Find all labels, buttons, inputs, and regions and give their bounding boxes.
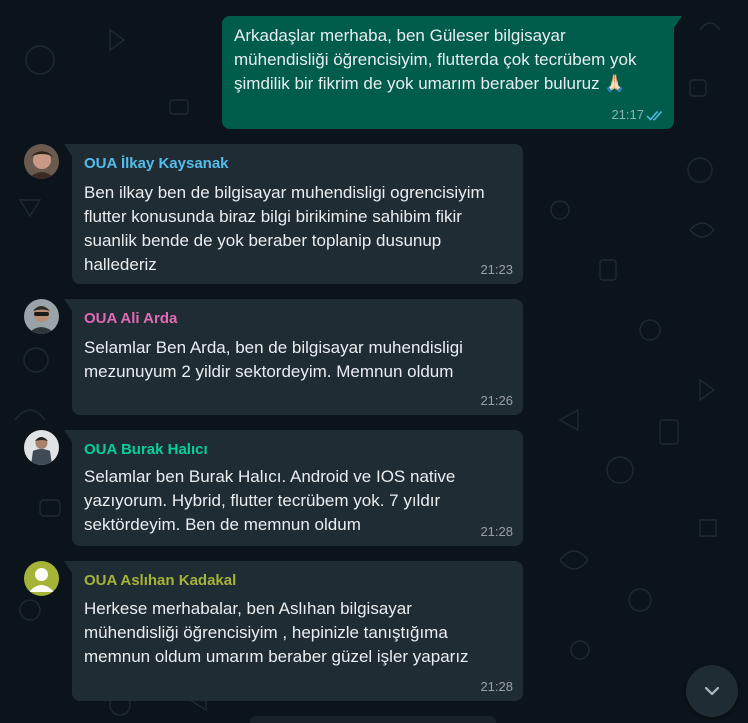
sender-name[interactable]: OUA Ali Arda [84,309,177,329]
message-time: 21:23 [480,262,513,277]
message-time: 21:26 [480,393,513,408]
sender-avatar[interactable] [24,144,59,179]
sender-name[interactable]: OUA Aslıhan Kadakal [84,571,236,591]
bubble-tail [64,561,72,573]
bubble-tail [64,430,72,442]
message-time: 21:28 [480,524,513,539]
chevron-down-icon [704,686,720,696]
message-bubble-incoming[interactable]: OUA İlkay Kaysanak Ben ilkay ben de bilg… [64,144,523,284]
scroll-to-bottom-button[interactable] [686,665,738,717]
bubble-tail [674,16,682,28]
message-bubble-incoming[interactable]: OUA Ali Arda Selamlar Ben Arda, ben de b… [64,299,523,415]
double-check-read-icon [646,111,663,121]
profile-photo-icon [24,144,59,179]
sender-name[interactable]: OUA İlkay Kaysanak [84,154,229,174]
sender-name[interactable]: OUA Burak Halıcı [84,440,208,460]
message-bubble-incoming[interactable]: OUA Aslıhan Kadakal Herkese merhabalar, … [64,561,523,701]
profile-photo-icon [24,430,59,465]
message-text: Herkese merhabalar, ben Aslıhan bilgisay… [84,599,469,666]
default-avatar-icon [24,561,59,596]
message-text: Ben ilkay ben de bilgisayar muhendisligi… [84,183,485,274]
message-time: 21:17 [611,107,644,122]
message-text: Arkadaşlar merhaba, ben Güleser bilgisay… [234,26,637,93]
profile-photo-icon [24,299,59,334]
chat-message-area[interactable]: Arkadaşlar merhaba, ben Güleser bilgisay… [0,0,748,723]
bubble-tail [64,299,72,311]
message-text: Selamlar Ben Arda, ben de bilgisayar muh… [84,338,463,381]
message-bubble-incoming[interactable]: OUA Burak Halıcı Selamlar ben Burak Halı… [64,430,523,546]
message-time: 21:28 [480,679,513,694]
message-bubble-outgoing[interactable]: Arkadaşlar merhaba, ben Güleser bilgisay… [222,16,682,129]
next-message-bubble [250,716,496,723]
bubble-tail [64,144,72,156]
sender-avatar[interactable] [24,430,59,465]
sender-avatar[interactable] [24,561,59,596]
message-text: Selamlar ben Burak Halıcı. Android ve IO… [84,467,456,534]
sender-avatar[interactable] [24,299,59,334]
